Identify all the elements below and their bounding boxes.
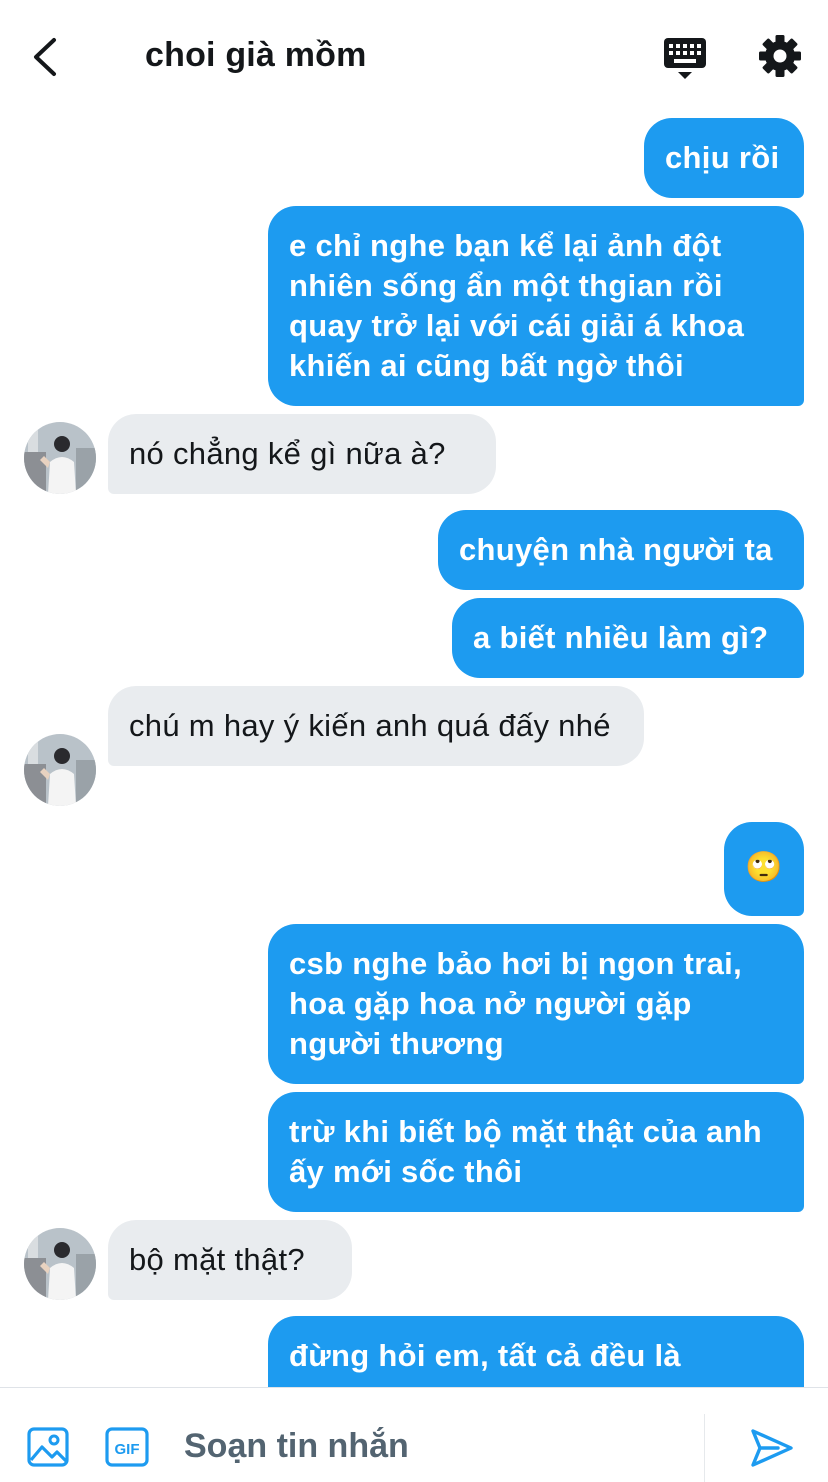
avatar[interactable] [24, 422, 96, 494]
message-bubble-sent[interactable]: chuyện nhà người ta [438, 510, 804, 590]
image-icon [27, 1427, 69, 1467]
send-button[interactable] [748, 1426, 796, 1470]
send-icon [751, 1429, 793, 1467]
conversation-title[interactable]: choi già mồm [145, 36, 367, 75]
message-thread[interactable]: chịu rồi e chỉ nghe bạn kể lại ảnh đột n… [0, 112, 828, 1387]
message-bubble-sent[interactable]: csb nghe bảo hơi bị ngon trai, hoa gặp h… [268, 924, 804, 1084]
message-bubble-sent[interactable]: chịu rồi [644, 118, 804, 198]
gif-label: GIF [115, 1441, 140, 1458]
message-input[interactable] [184, 1418, 684, 1474]
message-bubble-sent[interactable]: trừ khi biết bộ mặt thật của anh ấy mới … [268, 1092, 804, 1212]
message-bubble-received[interactable]: nó chẳng kể gì nữa à? [108, 414, 496, 494]
gear-icon [759, 35, 801, 77]
chevron-left-icon [34, 38, 56, 76]
avatar-photo [24, 1228, 96, 1300]
add-media-button[interactable] [26, 1426, 70, 1468]
gif-button[interactable]: GIF [104, 1426, 150, 1468]
keyboard-button[interactable] [660, 34, 710, 82]
message-composer: GIF [0, 1387, 828, 1482]
avatar-photo [24, 734, 96, 806]
settings-button[interactable] [756, 32, 804, 80]
avatar-photo [24, 422, 96, 494]
keyboard-icon [664, 38, 706, 79]
avatar[interactable] [24, 1228, 96, 1300]
gif-icon: GIF [105, 1427, 149, 1467]
message-bubble-received[interactable]: bộ mặt thật? [108, 1220, 352, 1300]
back-button[interactable] [26, 32, 70, 82]
message-bubble-sent[interactable]: a biết nhiều làm gì? [452, 598, 804, 678]
message-bubble-sent[interactable]: 🙄 [724, 822, 804, 916]
message-bubble-sent[interactable]: đừng hỏi em, tất cả đều là [268, 1316, 804, 1387]
composer-divider [704, 1414, 705, 1482]
conversation-header: choi già mồm [0, 0, 828, 112]
avatar[interactable] [24, 734, 96, 806]
message-bubble-received[interactable]: chú m hay ý kiến anh quá đấy nhé [108, 686, 644, 766]
message-bubble-sent[interactable]: e chỉ nghe bạn kể lại ảnh đột nhiên sống… [268, 206, 804, 406]
